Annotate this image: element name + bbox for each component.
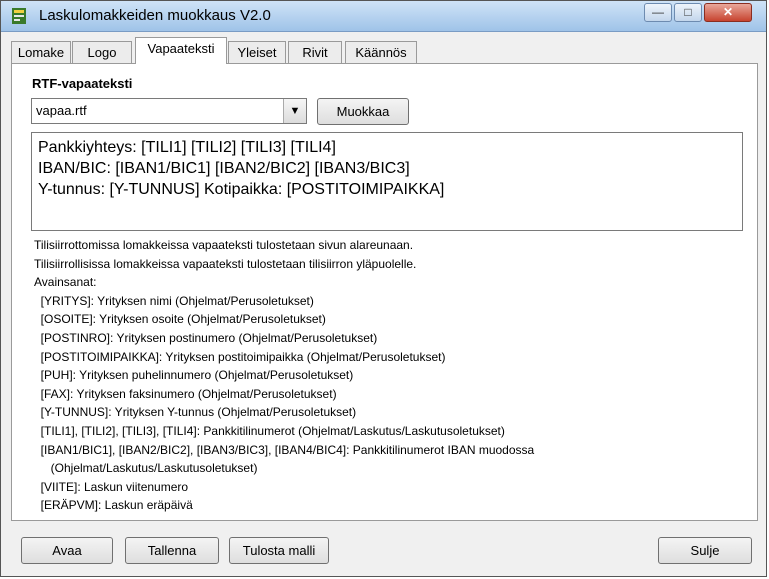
tab-yleiset[interactable]: Yleiset [228,41,286,63]
tab-kaannos[interactable]: Käännös [345,41,417,63]
info-line: Avainsanat: [34,275,97,290]
tab-vapaateksti[interactable]: Vapaateksti [135,37,227,64]
tab-lomake[interactable]: Lomake [11,41,71,63]
rtf-line: Y-tunnus: [Y-TUNNUS] Kotipaikka: [POSTIT… [38,181,445,198]
close-button[interactable]: Sulje [658,537,752,564]
minimize-button[interactable]: — [644,3,672,22]
info-line: [Y-TUNNUS]: Yrityksen Y-tunnus (Ohjelmat… [34,405,357,420]
rtf-line: Pankkiyhteys: [TILI1] [TILI2] [TILI3] [T… [38,139,336,156]
info-text: Tilisiirrottomissa lomakkeissa vapaateks… [34,236,534,515]
info-line: [POSTINRO]: Yrityksen postinumero (Ohjel… [34,330,378,345]
info-line: Tilisiirrollisissa lomakkeissa vapaateks… [34,256,417,271]
tab-rivit[interactable]: Rivit [288,41,342,63]
tab-logo[interactable]: Logo [72,41,132,63]
window-title: Laskulomakkeiden muokkaus V2.0 [39,7,271,24]
info-line: [PUH]: Yrityksen puhelinnumero (Ohjelmat… [34,368,354,383]
rtf-line: IBAN/BIC: [IBAN1/BIC1] [IBAN2/BIC2] [IBA… [38,160,410,177]
info-line: [OSOITE]: Yrityksen osoite (Ohjelmat/Per… [34,312,326,327]
info-line: [ERÄPVM]: Laskun eräpäivä [34,498,193,513]
rtf-text-area[interactable]: Pankkiyhteys: [TILI1] [TILI2] [TILI3] [T… [31,132,743,231]
title-bar[interactable]: Laskulomakkeiden muokkaus V2.0 — □ ✕ [1,1,766,32]
close-window-button[interactable]: ✕ [704,3,752,22]
print-sample-button[interactable]: Tulosta malli [229,537,329,564]
info-line: (Ohjelmat/Laskutus/Laskutusoletukset) [34,461,258,476]
info-line: [FAX]: Yrityksen faksinumero (Ohjelmat/P… [34,386,337,401]
open-button[interactable]: Avaa [21,537,113,564]
main-window: Laskulomakkeiden muokkaus V2.0 — □ ✕ Lom… [0,0,767,577]
save-button[interactable]: Tallenna [125,537,219,564]
rtf-file-value: vapaa.rtf [36,103,87,118]
rtf-section-label: RTF-vapaateksti [32,76,133,91]
vapaateksti-panel: RTF-vapaateksti vapaa.rtf ▼ Muokkaa Pank… [11,63,758,521]
info-line: [IBAN1/BIC1], [IBAN2/BIC2], [IBAN3/BIC3]… [34,442,535,457]
rtf-file-select[interactable]: vapaa.rtf ▼ [31,98,307,124]
maximize-button[interactable]: □ [674,3,702,22]
info-line: [POSTITOIMIPAIKKA]: Yrityksen postitoimi… [34,349,446,364]
dropdown-arrow-icon[interactable]: ▼ [283,99,306,123]
info-line: [VIITE]: Laskun viitenumero [34,479,189,494]
edit-button[interactable]: Muokkaa [317,98,409,125]
info-line: [TILI1], [TILI2], [TILI3], [TILI4]: Pank… [34,423,505,438]
app-icon [12,8,26,24]
info-line: Tilisiirrottomissa lomakkeissa vapaateks… [34,238,414,252]
info-line: [YRITYS]: Yrityksen nimi (Ohjelmat/Perus… [34,293,314,308]
